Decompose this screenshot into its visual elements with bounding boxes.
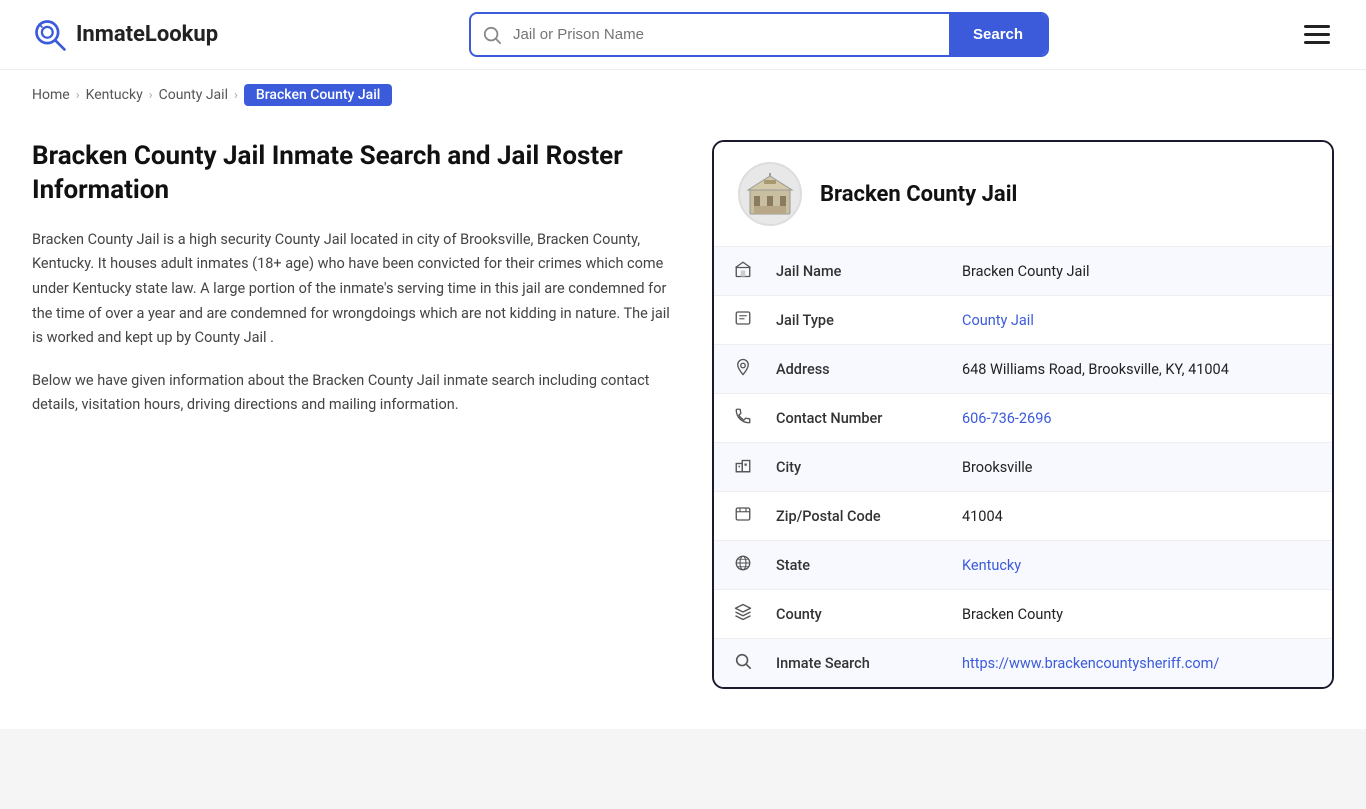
breadcrumb-sep-1: ›: [76, 88, 80, 103]
field-label: Contact Number: [772, 394, 942, 443]
field-link[interactable]: 606-736-2696: [962, 410, 1052, 427]
table-row: State Kentucky: [714, 541, 1332, 590]
table-row: Jail NameBracken County Jail: [714, 247, 1332, 296]
field-label: City: [772, 443, 942, 492]
field-label: Address: [772, 345, 942, 394]
field-link[interactable]: County Jail: [962, 312, 1034, 329]
footer: [0, 729, 1366, 809]
field-value[interactable]: 606-736-2696: [942, 394, 1332, 443]
breadcrumb-current: Bracken County Jail: [244, 84, 392, 106]
table-row: Zip/Postal Code41004: [714, 492, 1332, 541]
city-icon: [714, 443, 772, 492]
left-section: Bracken County Jail Inmate Search and Ja…: [32, 140, 672, 436]
field-value: 648 Williams Road, Brooksville, KY, 4100…: [942, 345, 1332, 394]
table-row: Contact Number 606-736-2696: [714, 394, 1332, 443]
logo[interactable]: InmateLookup: [32, 17, 218, 53]
field-label: Jail Type: [772, 296, 942, 345]
type-icon: [714, 296, 772, 345]
field-value: 41004: [942, 492, 1332, 541]
field-value[interactable]: County Jail: [942, 296, 1332, 345]
menu-button[interactable]: [1300, 21, 1334, 48]
main-content: Bracken County Jail Inmate Search and Ja…: [0, 120, 1366, 729]
card-title: Bracken County Jail: [820, 182, 1017, 207]
logo-icon: [32, 17, 68, 53]
table-row: Jail Type County Jail: [714, 296, 1332, 345]
field-value: Bracken County Jail: [942, 247, 1332, 296]
header: InmateLookup Search: [0, 0, 1366, 70]
info-card: Bracken County Jail Jail NameBracken Cou…: [712, 140, 1334, 689]
breadcrumb: Home › Kentucky › County Jail › Bracken …: [0, 70, 1366, 120]
logo-text: InmateLookup: [76, 22, 218, 47]
county-icon: [714, 590, 772, 639]
table-row: Address648 Williams Road, Brooksville, K…: [714, 345, 1332, 394]
building-icon: [744, 168, 796, 220]
globe-icon: [714, 541, 772, 590]
search-button[interactable]: Search: [949, 14, 1047, 55]
table-row: CityBrooksville: [714, 443, 1332, 492]
page-title: Bracken County Jail Inmate Search and Ja…: [32, 140, 672, 208]
breadcrumb-kentucky[interactable]: Kentucky: [86, 87, 143, 103]
page-desc-2: Below we have given information about th…: [32, 369, 672, 418]
field-label: Jail Name: [772, 247, 942, 296]
jail-icon: [714, 247, 772, 296]
breadcrumb-home[interactable]: Home: [32, 87, 70, 103]
page-desc-1: Bracken County Jail is a high security C…: [32, 228, 672, 351]
search-icon: [471, 26, 513, 44]
field-value: Brooksville: [942, 443, 1332, 492]
field-label: Inmate Search: [772, 639, 942, 688]
table-row: Inmate Search https://www.brackencountysh…: [714, 639, 1332, 688]
card-header: Bracken County Jail: [714, 142, 1332, 247]
field-label: County: [772, 590, 942, 639]
breadcrumb-sep-2: ›: [149, 88, 153, 103]
location-icon: [714, 345, 772, 394]
field-link[interactable]: Kentucky: [962, 557, 1021, 574]
breadcrumb-sep-3: ›: [234, 88, 238, 103]
avatar: [738, 162, 802, 226]
table-row: CountyBracken County: [714, 590, 1332, 639]
field-value[interactable]: Kentucky: [942, 541, 1332, 590]
zip-icon: [714, 492, 772, 541]
field-label: State: [772, 541, 942, 590]
phone-icon: [714, 394, 772, 443]
search-icon: [714, 639, 772, 688]
field-label: Zip/Postal Code: [772, 492, 942, 541]
search-input[interactable]: [513, 16, 949, 53]
breadcrumb-county-jail[interactable]: County Jail: [159, 87, 228, 103]
info-table: Jail NameBracken County JailJail Type Cou…: [714, 247, 1332, 687]
field-value: Bracken County: [942, 590, 1332, 639]
field-value[interactable]: https://www.brackencountysheriff.com/: [942, 639, 1332, 688]
field-link[interactable]: https://www.brackencountysheriff.com/: [962, 655, 1219, 672]
search-bar: Search: [469, 12, 1049, 57]
